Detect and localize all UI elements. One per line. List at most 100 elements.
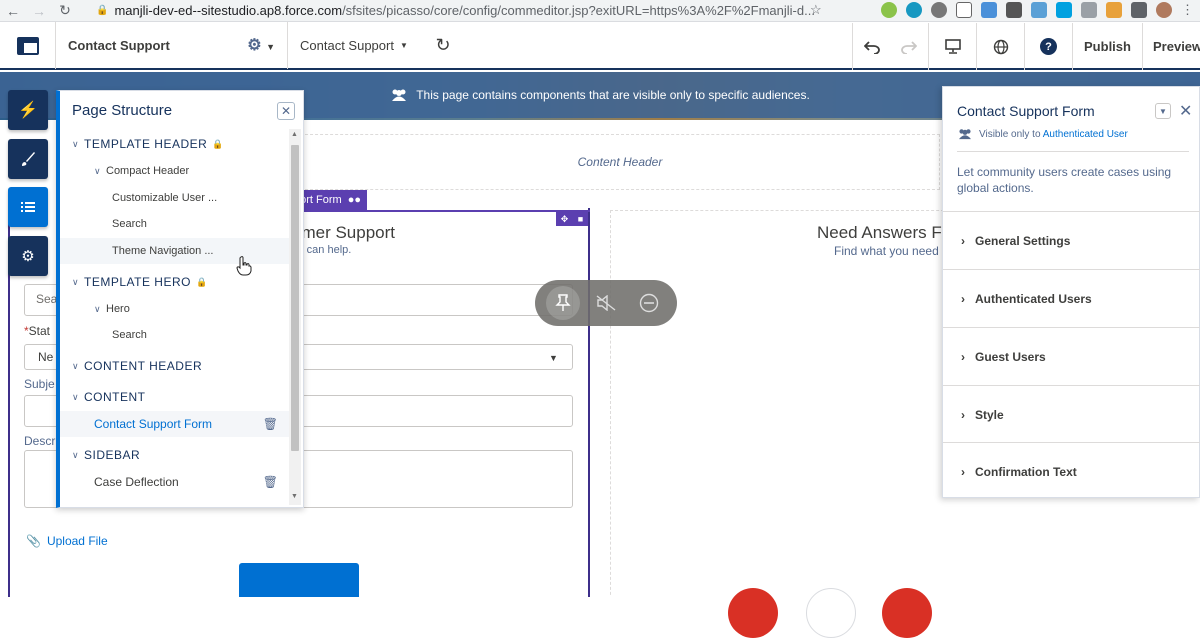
move-icon[interactable]: ✥: [561, 214, 569, 225]
app-menu-icon[interactable]: [0, 22, 56, 69]
mute-button[interactable]: [589, 286, 623, 320]
end-call-button[interactable]: [728, 588, 778, 638]
extension-s-icon[interactable]: [1006, 2, 1022, 18]
visibility-prefix: Visible only to: [979, 128, 1041, 140]
bookmark-star-icon[interactable]: ☆: [810, 2, 822, 18]
tree-item-hero-search[interactable]: Search: [60, 322, 290, 348]
extensions-puzzle-icon[interactable]: [1131, 2, 1147, 18]
url-host: manjli-dev-ed--sitestudio.ap8.force.com: [114, 3, 343, 18]
trash-icon[interactable]: 🗑: [263, 475, 278, 489]
trash-icon[interactable]: 🗑: [263, 417, 278, 431]
refresh-icon[interactable]: ↻: [423, 35, 463, 56]
extension-sf-icon[interactable]: [1056, 2, 1072, 18]
section-confirmation-text[interactable]: › Confirmation Text: [943, 442, 1200, 500]
extension-check-icon[interactable]: [956, 2, 972, 18]
section-label: Guest Users: [975, 349, 1046, 364]
hand-cursor-icon: [236, 256, 252, 276]
profile-avatar[interactable]: [1156, 2, 1172, 18]
tree-item-hero[interactable]: ∨ Hero: [60, 296, 290, 322]
extension-q-icon[interactable]: [1106, 2, 1122, 18]
close-icon[interactable]: ✕: [1179, 101, 1192, 121]
reload-icon[interactable]: ↻: [52, 2, 78, 19]
tree-item-content[interactable]: ∨ CONTENT: [60, 384, 290, 410]
floating-toolbar: [535, 280, 677, 326]
scroll-thumb[interactable]: [291, 145, 299, 451]
page-name: Contact Support: [300, 38, 394, 53]
settings-gear-icon[interactable]: ⚙ ▼: [247, 35, 275, 55]
pin-button[interactable]: [545, 286, 580, 320]
gear-icon: ⚙: [21, 248, 35, 265]
extension-disc-icon[interactable]: [931, 2, 947, 18]
components-rail-button[interactable]: ⚡: [8, 90, 48, 130]
content-header-region[interactable]: Content Header: [300, 134, 940, 190]
site-name: Contact Support: [68, 38, 170, 53]
scroll-up-icon[interactable]: ▲: [291, 131, 298, 138]
tree-item-contact-support-form[interactable]: Contact Support Form 🗑: [60, 411, 290, 437]
section-style[interactable]: › Style: [943, 385, 1200, 443]
extension-search-icon[interactable]: [881, 2, 897, 18]
tree-item-label: Customizable User ...: [112, 192, 218, 204]
back-icon[interactable]: ←: [0, 3, 26, 19]
chevron-down-icon: ▼: [549, 353, 558, 363]
tree-item-content-header[interactable]: ∨ CONTENT HEADER: [60, 353, 290, 379]
description-label: Descr: [24, 434, 56, 448]
section-label: Authenticated Users: [975, 291, 1092, 306]
page-selector[interactable]: Contact Support ▼: [288, 22, 423, 69]
extension-link-icon[interactable]: [981, 2, 997, 18]
help-icon: ?: [1040, 38, 1057, 55]
upload-file-link[interactable]: 📎 Upload File: [26, 534, 108, 548]
section-general-settings[interactable]: › General Settings: [943, 211, 1200, 269]
section-authenticated-users[interactable]: › Authenticated Users: [943, 269, 1200, 327]
chevron-down-icon[interactable]: ▼: [1155, 103, 1171, 119]
tree-item-search[interactable]: Search: [60, 211, 290, 237]
theme-rail-button[interactable]: [8, 139, 48, 179]
tree-item-template-header[interactable]: ∨ TEMPLATE HEADER 🔒: [60, 131, 290, 157]
submit-button[interactable]: [239, 563, 359, 597]
scroll-down-icon[interactable]: ▼: [291, 493, 298, 500]
tree-item-label: Case Deflection: [94, 475, 179, 489]
section-guest-users[interactable]: › Guest Users: [943, 327, 1200, 385]
tree-item-customizable-user[interactable]: Customizable User ...: [60, 185, 290, 211]
publish-button[interactable]: Publish: [1072, 23, 1142, 70]
tree-item-theme-navigation[interactable]: Theme Navigation ...: [60, 238, 290, 264]
scrollbar[interactable]: ▲ ▼: [289, 129, 301, 505]
settings-rail-button[interactable]: ⚙: [8, 236, 48, 276]
extension-upload-icon[interactable]: [1081, 2, 1097, 18]
url-path: /sfsites/picasso/core/config/commeditor.…: [342, 3, 815, 18]
address-bar[interactable]: 🔒 manjli-dev-ed--sitestudio.ap8.force.co…: [96, 1, 830, 20]
tree-item-sidebar[interactable]: ∨ SIDEBAR: [60, 442, 290, 468]
delete-icon[interactable]: ■: [578, 214, 583, 224]
forward-icon[interactable]: →: [26, 3, 52, 19]
tree-item-label: Hero: [106, 303, 130, 315]
tree-item-compact-header[interactable]: ∨ Compact Header: [60, 158, 290, 184]
extension-cloud-icon[interactable]: [1031, 2, 1047, 18]
page-structure-rail-button[interactable]: [8, 187, 48, 227]
device-preview-button[interactable]: [928, 23, 976, 70]
audience-link[interactable]: Authenticated User: [1043, 129, 1128, 140]
tree-item-template-hero[interactable]: ∨ TEMPLATE HERO 🔒: [60, 269, 290, 295]
undo-button[interactable]: [852, 23, 890, 70]
language-button[interactable]: [976, 23, 1024, 70]
content-header-label: Content Header: [577, 155, 663, 169]
extension-icons: ⋮: [881, 2, 1194, 18]
preview-button[interactable]: Preview: [1142, 23, 1200, 70]
extension-salesforce-icon[interactable]: [906, 2, 922, 18]
list-icon: [21, 202, 35, 212]
camera-button[interactable]: [882, 588, 932, 638]
close-icon[interactable]: ✕: [277, 102, 295, 120]
remove-button[interactable]: [632, 286, 666, 320]
brush-icon: [22, 152, 35, 166]
browser-menu-icon[interactable]: ⋮: [1181, 2, 1194, 18]
help-button[interactable]: ?: [1024, 23, 1072, 70]
tree-item-case-deflection[interactable]: Case Deflection 🗑: [60, 469, 290, 495]
mic-button[interactable]: [806, 588, 856, 638]
mute-icon: [596, 295, 616, 311]
tree-item-label: Search: [112, 329, 147, 341]
chevron-down-icon: ▼: [399, 41, 408, 50]
section-label: General Settings: [975, 233, 1071, 248]
redo-button[interactable]: [890, 23, 928, 70]
audience-banner-text: This page contains components that are v…: [416, 88, 810, 102]
site-selector[interactable]: Contact Support ⚙ ▼: [56, 22, 288, 69]
answers-subtitle: Find what you need h: [834, 244, 949, 258]
tree-item-label: Compact Header: [106, 165, 190, 177]
